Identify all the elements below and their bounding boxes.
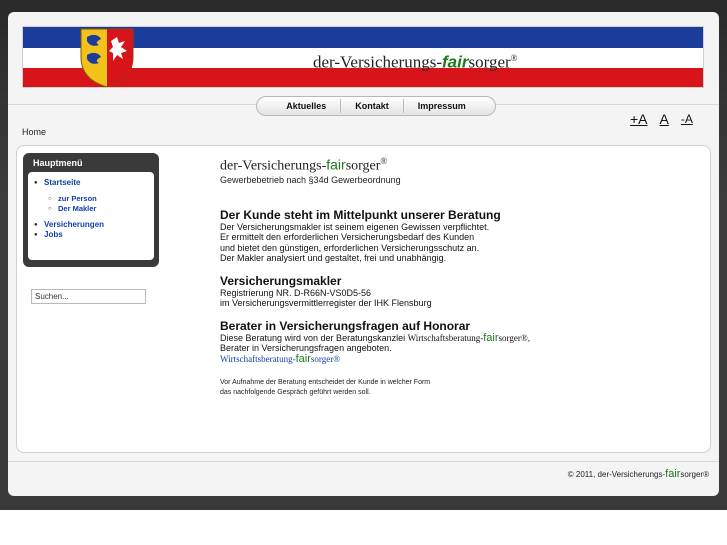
breadcrumb: Home bbox=[22, 127, 47, 137]
footer-copyright: © 2011, der-Versicherungs-fairsorger® bbox=[567, 468, 709, 480]
banner-title: der-Versicherungs-fairsorger® bbox=[313, 52, 518, 72]
header-banner: der-Versicherungs-fairsorger® bbox=[22, 26, 704, 88]
menu-item-startseite[interactable]: Startseite bbox=[34, 178, 154, 188]
font-increase-button[interactable]: +A bbox=[630, 112, 648, 126]
site-name: der-Versicherungs-fairsorger® bbox=[220, 156, 388, 174]
menu-item-der-makler[interactable]: Der Makler bbox=[34, 204, 154, 214]
small-note: das nachfolgende Gespräch geführt werden… bbox=[220, 389, 371, 397]
coat-of-arms-icon bbox=[80, 28, 134, 87]
search-input[interactable] bbox=[31, 289, 146, 304]
font-decrease-button[interactable]: -A bbox=[681, 112, 693, 126]
main-content: der-Versicherungs-fairsorger® Gewerbebet… bbox=[220, 153, 700, 398]
wirtschaftsberatung-link[interactable]: Wirtschaftsberatung-fairsorger® bbox=[220, 353, 700, 364]
top-navigation: Aktuelles Kontakt Impressum bbox=[256, 96, 496, 116]
page-container: der-Versicherungs-fairsorger® Aktuelles … bbox=[8, 12, 719, 496]
main-menu: Hauptmenü Startseite zur Person Der Makl… bbox=[23, 153, 159, 267]
heading-versicherungsmakler: Versicherungsmakler bbox=[220, 273, 342, 288]
paragraph-line: Diese Beratung wird von der Beratungskan… bbox=[220, 331, 531, 344]
menu-item-zur-person[interactable]: zur Person bbox=[34, 194, 154, 204]
paragraph-line: Berater in Versicherungsfragen angeboten… bbox=[220, 343, 392, 354]
paragraph-line: Der Versicherungsmakler ist seinem eigen… bbox=[220, 221, 490, 232]
nav-item-impressum[interactable]: Impressum bbox=[404, 99, 480, 113]
paragraph-line: Registrierung NR. D-R66N-VS0D5-56 bbox=[220, 287, 372, 298]
menu-item-versicherungen[interactable]: Versicherungen bbox=[34, 220, 154, 230]
nav-item-aktuelles[interactable]: Aktuelles bbox=[272, 99, 342, 113]
small-note: Vor Aufnahme der Beratung entscheidet de… bbox=[220, 379, 431, 387]
menu-item-jobs[interactable]: Jobs bbox=[34, 230, 154, 240]
divider-bottom bbox=[8, 461, 719, 462]
font-reset-button[interactable]: A bbox=[660, 112, 669, 126]
nav-item-kontakt[interactable]: Kontakt bbox=[341, 99, 404, 113]
font-size-controls: +A A -A bbox=[630, 112, 693, 126]
paragraph-line: Er ermittelt den erforderlichen Versiche… bbox=[220, 232, 475, 243]
paragraph-line: im Versicherungsvermittlerregister der I… bbox=[220, 298, 432, 309]
paragraph-line: Der Makler analysiert und gestaltet, fre… bbox=[220, 253, 447, 264]
heading-berater: Berater in Versicherungsfragen auf Honor… bbox=[220, 318, 471, 333]
paragraph-line: und bietet den günstigen, erforderlichen… bbox=[220, 242, 480, 253]
menu-body: Startseite zur Person Der Makler Versich… bbox=[28, 172, 154, 260]
heading-kunde: Der Kunde steht im Mittelpunkt unserer B… bbox=[220, 207, 501, 222]
menu-title: Hauptmenü bbox=[33, 158, 83, 168]
site-subtitle: Gewerbebetrieb nach §34d Gewerbeordnung bbox=[220, 174, 401, 185]
